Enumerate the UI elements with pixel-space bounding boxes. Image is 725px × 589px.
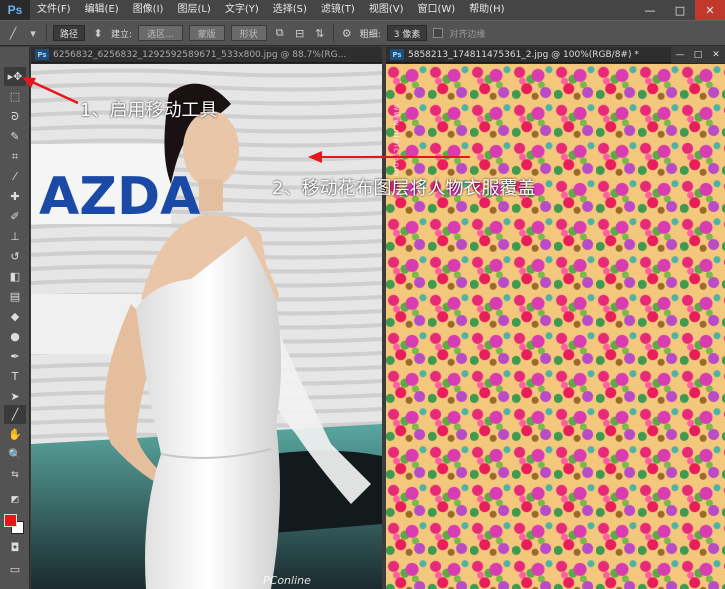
document-window-controls: — □ ✕ [671,47,725,63]
tool-preset-chevron-icon[interactable]: ▾ [26,26,40,40]
gradient-tool-icon[interactable]: ▤ [4,287,26,306]
history-brush-tool-icon[interactable]: ↺ [4,247,26,266]
path-operations-icon[interactable]: ⧉ [273,26,287,40]
mode-dropdown-icon[interactable]: ⬍ [91,26,105,40]
annotation-step-1: 1、启用移动工具 [80,100,218,121]
portrait-photo: AZDA PConline [31,64,382,589]
move-tool-icon[interactable]: ▸✥ [4,67,26,86]
line-tool-icon[interactable]: ╱ [6,26,20,40]
doc-minimize-button[interactable]: — [671,47,689,63]
menu-select[interactable]: 选择(S) [266,0,314,20]
foreground-color-swatch[interactable] [4,514,17,527]
close-button[interactable]: ✕ [695,0,725,20]
menu-image[interactable]: 图像(I) [126,0,171,20]
menu-window[interactable]: 窗口(W) [410,0,462,20]
brush-tool-icon[interactable]: ✐ [4,207,26,226]
quick-selection-tool-icon[interactable]: ✎ [4,127,26,146]
align-edges-label: 对齐边缘 [449,29,486,40]
menu-layer[interactable]: 图层(L) [170,0,217,20]
hand-tool-icon[interactable]: ✋ [4,425,26,444]
canvas-floral[interactable]: www.nipic.com [386,64,725,589]
mode-select[interactable]: 路径 [53,25,86,41]
shape-button[interactable]: 形状 [230,25,267,41]
healing-brush-tool-icon[interactable]: ✚ [4,187,26,206]
brand-sign: AZDA [39,167,200,227]
quick-mask-icon[interactable]: ◘ [4,538,26,557]
clone-stamp-tool-icon[interactable]: ⊥ [4,227,26,246]
menu-help[interactable]: 帮助(H) [462,0,511,20]
document-window-portrait[interactable]: Ps 6256832_6256832_1292592589671_533x800… [31,47,382,589]
floral-pattern-image [386,64,725,589]
default-colors-icon[interactable]: ◩ [4,490,26,509]
build-label: 建立: [111,29,133,40]
annotation-step-2: 2、移动花布图层将人物衣服覆盖 [272,178,536,199]
menu-type[interactable]: 文字(Y) [218,0,266,20]
pen-tool-icon[interactable]: ✒ [4,347,26,366]
weight-label: 粗细: [359,29,381,40]
eyedropper-tool-icon[interactable]: ⁄ [4,167,26,186]
gear-icon[interactable]: ⚙ [340,26,354,40]
ps-document-icon: Ps [35,49,49,60]
divider [46,24,47,42]
blur-tool-icon[interactable]: ◆ [4,307,26,326]
marquee-tool-icon[interactable]: ⬚ [4,87,26,106]
document-window-floral[interactable]: Ps 5858213_174811475361_2.jpg @ 100%(RGB… [386,47,725,589]
photoshop-logo-icon: Ps [0,0,30,20]
align-edges-checkbox[interactable] [433,28,444,38]
minimize-button[interactable]: — [635,0,665,20]
document-title: 6256832_6256832_1292592589671_533x800.jp… [53,49,347,60]
path-selection-tool-icon[interactable]: ➤ [4,387,26,406]
type-tool-icon[interactable]: T [4,367,26,386]
photo-watermark: PConline [263,574,311,587]
zoom-tool-icon[interactable]: 🔍 [4,445,26,464]
menu-bar: Ps 文件(F) 编辑(E) 图像(I) 图层(L) 文字(Y) 选择(S) 滤… [0,0,725,20]
divider [332,24,334,42]
path-arrangement-icon[interactable]: ⇅ [313,26,327,40]
maximize-button[interactable]: □ [665,0,695,20]
mask-button[interactable]: 蒙版 [188,25,225,41]
weight-input[interactable]: 3 像素 [386,25,428,41]
document-title: 5858213_174811475361_2.jpg @ 100%(RGB/8#… [408,49,639,60]
swap-colors-icon[interactable]: ⇆ [4,465,26,484]
doc-maximize-button[interactable]: □ [689,47,707,63]
dodge-tool-icon[interactable]: ● [4,327,26,346]
doc-close-button[interactable]: ✕ [707,47,725,63]
menu-edit[interactable]: 编辑(E) [78,0,126,20]
menu-file[interactable]: 文件(F) [30,0,78,20]
selection-button[interactable]: 选区... [138,25,183,41]
screen-mode-icon[interactable]: ▭ [4,560,26,579]
eraser-tool-icon[interactable]: ◧ [4,267,26,286]
line-tool-icon[interactable]: ╱ [4,405,26,424]
menu-view[interactable]: 视图(V) [362,0,411,20]
canvas-portrait[interactable]: AZDA PConline [31,64,382,589]
lasso-tool-icon[interactable]: ᘐ [4,107,26,126]
menu-filter[interactable]: 滤镜(T) [314,0,362,20]
tools-panel: ▸✥ ⬚ ᘐ ✎ ⌗ ⁄ ✚ ✐ ⊥ ↺ ◧ ▤ ◆ ● ✒ T ➤ ╱ ✋ 🔍… [0,47,30,589]
pattern-watermark: www.nipic.com [392,104,401,178]
crop-tool-icon[interactable]: ⌗ [4,147,26,166]
document-tab-portrait[interactable]: Ps 6256832_6256832_1292592589671_533x800… [31,47,382,63]
path-alignment-icon[interactable]: ⊟ [293,26,307,40]
options-bar: ╱ ▾ 路径 ⬍ 建立: 选区... 蒙版 形状 ⧉ ⊟ ⇅ ⚙ 粗细: 3 像… [0,20,725,46]
ps-document-icon: Ps [390,49,404,60]
